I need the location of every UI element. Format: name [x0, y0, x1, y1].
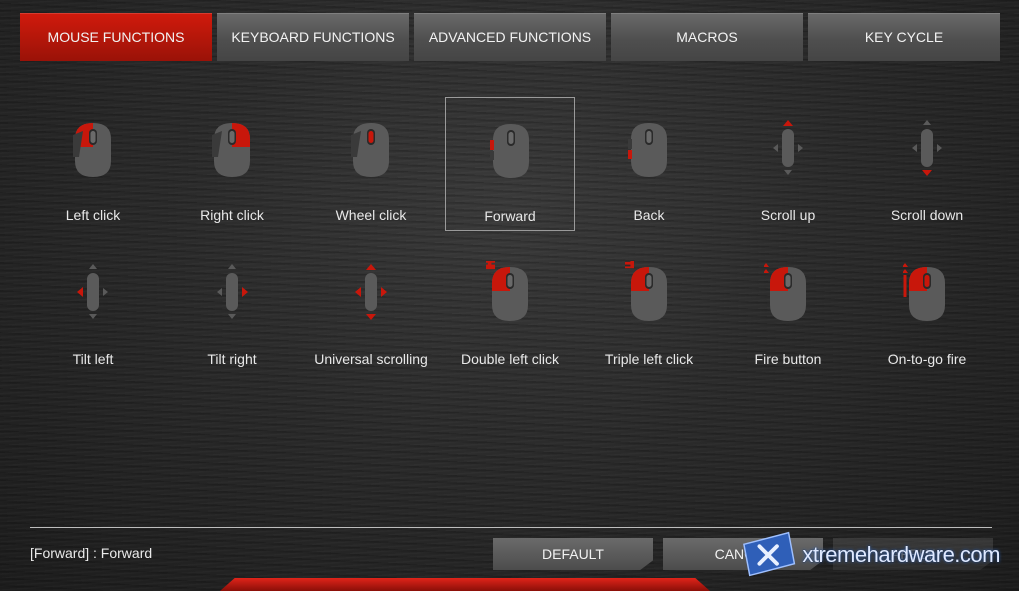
universal-scrolling-icon	[355, 264, 387, 320]
triple-left-click-icon	[625, 261, 667, 321]
function-fire-button[interactable]: Fire button	[723, 241, 853, 375]
function-back[interactable]: Back	[584, 97, 714, 231]
function-label: Scroll down	[890, 207, 964, 223]
function-label: Double left click	[460, 351, 560, 367]
status-text: [Forward] : Forward	[30, 545, 153, 561]
function-label: Universal scrolling	[314, 351, 428, 367]
function-label: Left click	[65, 207, 121, 223]
function-on-to-go-fire[interactable]: On-to-go fire	[862, 241, 992, 375]
bottom-accent-bar	[220, 578, 710, 591]
wheel-click-icon	[351, 123, 389, 177]
back-icon	[628, 123, 667, 177]
function-grid: Left click Right click Wheel click Forwa…	[0, 0, 1019, 400]
function-label: Scroll up	[760, 207, 816, 223]
left-click-icon	[73, 123, 111, 177]
function-tilt-left[interactable]: Tilt left	[28, 241, 158, 375]
function-wheel-click[interactable]: Wheel click	[306, 97, 436, 231]
function-label: Triple left click	[604, 351, 694, 367]
function-universal-scrolling[interactable]: Universal scrolling	[306, 241, 436, 375]
on-to-go-fire-icon	[903, 263, 945, 321]
function-label: Back	[633, 207, 665, 223]
scroll-down-icon	[912, 120, 942, 176]
function-label: Right click	[200, 207, 264, 223]
function-double-left-click[interactable]: Double left click	[445, 241, 575, 375]
function-tilt-right[interactable]: Tilt right	[167, 241, 297, 375]
function-label: Forward	[484, 208, 536, 224]
watermark-text: xtremehardware.com	[802, 542, 1000, 567]
scroll-up-icon	[773, 120, 803, 175]
function-scroll-down[interactable]: Scroll down	[862, 97, 992, 231]
function-left-click[interactable]: Left click	[28, 97, 158, 231]
function-scroll-up[interactable]: Scroll up	[723, 97, 853, 231]
function-right-click[interactable]: Right click	[167, 97, 297, 231]
function-forward[interactable]: Forward	[445, 97, 575, 231]
default-button[interactable]: DEFAULT	[493, 538, 653, 570]
forward-icon	[490, 124, 529, 178]
fire-button-icon	[764, 263, 806, 321]
function-label: Tilt right	[207, 351, 257, 367]
function-label: Wheel click	[335, 207, 407, 223]
watermark-logo-icon	[743, 531, 796, 577]
function-triple-left-click[interactable]: Triple left click	[584, 241, 714, 375]
double-left-click-icon	[486, 261, 528, 321]
right-click-icon	[212, 123, 250, 177]
function-label: Tilt left	[72, 351, 114, 367]
watermark: xtremehardware.com	[740, 525, 1000, 585]
tilt-left-icon	[77, 264, 108, 319]
function-label: On-to-go fire	[887, 351, 967, 367]
tilt-right-icon	[217, 264, 248, 319]
function-label: Fire button	[754, 351, 822, 367]
